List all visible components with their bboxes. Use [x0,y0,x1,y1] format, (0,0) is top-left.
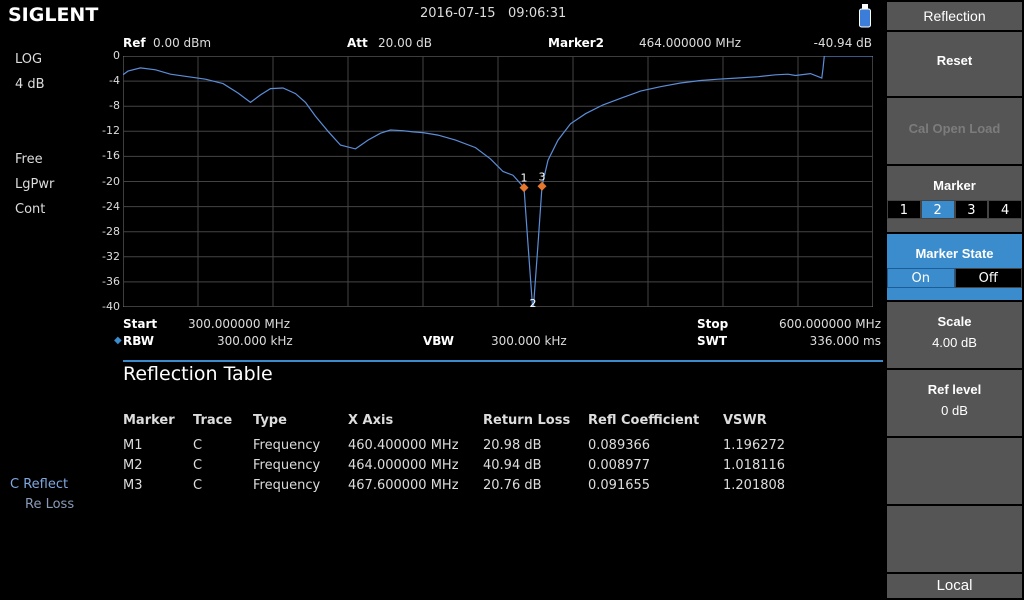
marker-readout-level: -40.94 dB [813,36,872,50]
empty-softkey-1[interactable] [887,438,1022,504]
brand-logo: SIGLENT [8,4,99,26]
cell-trace: C [193,438,203,453]
cell-vswr: 1.018116 [723,458,786,473]
cell-marker: M3 [123,478,143,493]
cell-marker: M2 [123,458,143,473]
y-tick-label: -12 [102,124,120,138]
cell-type: Frequency [253,438,321,453]
col-header-vswr: VSWR [723,413,767,428]
ref-level-label: Ref level [927,382,982,397]
marker-select-button[interactable]: Marker [887,166,1022,232]
col-header-x-axis: X Axis [348,413,394,428]
rbw-value: 300.000 kHz [217,334,293,348]
scale-per-div: 4 dB [15,77,45,92]
cal-open-load-button: Cal Open Load [887,98,1022,164]
ref-label: Ref [123,36,146,50]
marker-state-button[interactable]: Marker State [887,234,1022,300]
cell-return-loss: 40.94 dB [483,458,542,473]
rbw-indicator-icon: ◆ [114,335,122,346]
sweep-mode: Cont [15,202,46,217]
cell-x-axis: 460.400000 MHz [348,438,459,453]
y-tick-label: 0 [113,49,120,62]
marker-number-selector[interactable]: 1 2 3 4 [887,200,1022,219]
marker-select-label: Marker [933,178,976,193]
table-title: Reflection Table [123,363,273,385]
spectrum-plot[interactable]: 1 2 3 [123,56,873,307]
table-separator [123,360,883,362]
cell-return-loss: 20.76 dB [483,478,542,493]
reset-button-label: Reset [936,53,973,68]
stop-value: 600.000000 MHz [778,317,881,331]
marker-option-3[interactable]: 3 [954,200,989,219]
marker-state-label: Marker State [915,246,994,261]
empty-softkey-2[interactable] [887,506,1022,572]
cell-trace: C [193,478,203,493]
reset-button[interactable]: Reset [887,32,1022,96]
y-tick-label: -40 [102,300,120,313]
date-time: 2016-07-15 09:06:31 [420,6,567,21]
scale-value: 4.00 dB [932,335,977,350]
marker-2-label: 2 [530,297,537,307]
swt-value: 336.000 ms [809,334,881,348]
trigger-mode: Free [15,152,43,167]
col-header-return-loss: Return Loss [483,413,571,428]
att-label: Att [347,36,368,50]
start-label: Start [123,317,158,331]
ref-level-value: 0 dB [941,403,968,418]
cell-refl-coefficient: 0.089366 [588,438,651,453]
y-tick-label: -20 [102,174,120,188]
y-tick-label: -36 [102,274,120,288]
cell-type: Frequency [253,478,321,493]
scale-button[interactable]: Scale 4.00 dB [887,302,1022,368]
marker-state-off[interactable]: Off [954,268,1022,288]
col-header-refl-coefficient: Refl Coefficient [588,413,700,428]
ref-value: 0.00 dBm [153,36,212,50]
col-header-marker: Marker [123,413,175,428]
cell-marker: M1 [123,438,143,453]
marker-3-label: 3 [539,170,546,183]
marker-option-4[interactable]: 4 [988,200,1022,219]
y-tick-label: -28 [102,224,120,238]
col-header-type: Type [253,413,287,428]
marker-option-1[interactable]: 1 [887,200,921,219]
local-button[interactable]: Local [887,574,1022,598]
rbw-label: RBW [123,334,154,348]
cell-return-loss: 20.98 dB [483,438,542,453]
measure-return-loss: Re Loss [25,497,75,512]
menu-title: Reflection [887,2,1022,30]
cell-refl-coefficient: 0.091655 [588,478,651,493]
cell-x-axis: 467.600000 MHz [348,478,459,493]
att-value: 20.00 dB [378,36,433,50]
y-tick-label: -4 [109,74,120,88]
cell-trace: C [193,458,203,473]
marker-1-label: 1 [521,172,528,185]
marker-state-on[interactable]: On [887,268,955,288]
marker-state-toggle[interactable]: On Off [887,268,1022,288]
stop-label: Stop [697,317,729,331]
usb-icon [858,4,872,28]
cell-vswr: 1.201808 [723,478,786,493]
col-header-trace: Trace [193,413,233,428]
cal-open-load-label: Cal Open Load [908,121,1001,136]
scale-label: Scale [937,314,972,329]
y-tick-label: -16 [102,149,120,163]
y-tick-label: -8 [109,99,120,113]
cell-type: Frequency [253,458,321,473]
cell-refl-coefficient: 0.008977 [588,458,651,473]
vbw-value: 300.000 kHz [491,334,567,348]
cell-x-axis: 464.000000 MHz [348,458,459,473]
y-tick-label: -32 [102,249,120,263]
swt-label: SWT [697,334,728,348]
y-tick-label: -24 [102,199,120,213]
vbw-label: VBW [423,334,455,348]
scale-type: LOG [15,52,43,67]
start-value: 300.000000 MHz [188,317,291,331]
ref-level-button[interactable]: Ref level 0 dB [887,370,1022,436]
marker-readout-label: Marker2 [548,36,605,50]
marker-option-2[interactable]: 2 [920,200,955,219]
detector-type: LgPwr [15,177,55,192]
measure-reflect: C Reflect [10,477,69,492]
marker-readout-freq: 464.000000 MHz [639,36,742,50]
cell-vswr: 1.196272 [723,438,786,453]
